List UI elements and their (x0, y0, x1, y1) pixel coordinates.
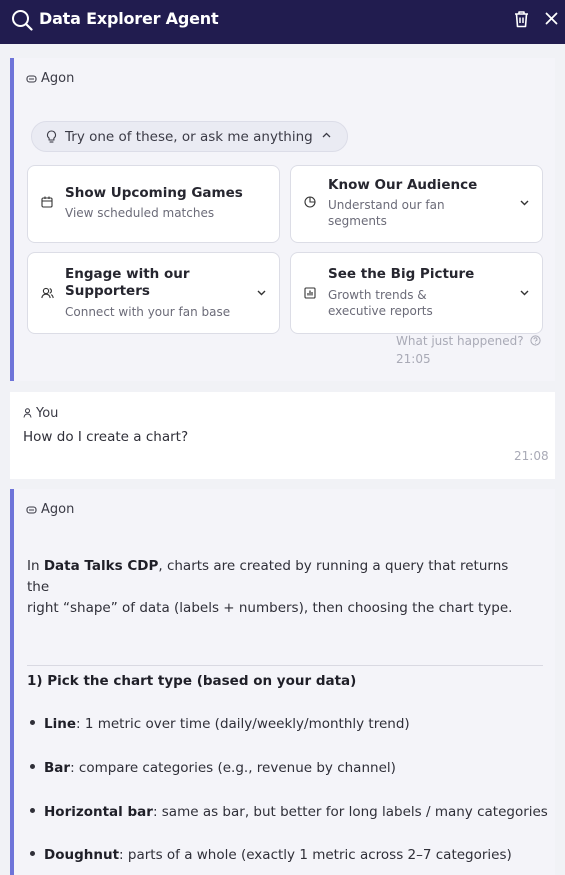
chevron-down-icon (520, 200, 529, 206)
list-item: Doughnut: parts of a whole (exactly 1 me… (27, 847, 512, 863)
bot-icon (26, 506, 37, 514)
header-title: Data Explorer Agent (39, 9, 219, 28)
agent-sender-name: Agon (41, 502, 75, 517)
agent-sender-name: Agon (41, 71, 75, 86)
what-just-happened-link[interactable]: What just happened? (396, 334, 542, 348)
option-title: Know Our Audience (328, 177, 478, 193)
user-sender: You (23, 406, 58, 421)
message-timestamp: 21:08 (514, 449, 549, 463)
agent-reply-message: Agon In Data Talks CDP, charts are creat… (10, 489, 555, 875)
bullet (30, 808, 35, 813)
pie-chart-icon (304, 196, 316, 208)
user-message-text: How do I create a chart? (23, 429, 189, 445)
bullet (30, 720, 35, 725)
list-text: : compare categories (e.g., revenue by c… (70, 760, 396, 776)
option-know-our-audience[interactable]: Know Our Audience Understand our fan seg… (290, 165, 543, 243)
suggestions-toggle[interactable]: Try one of these, or ask me anything (31, 121, 348, 152)
chat-scroll-area[interactable]: Agon Try one of these, or ask me anythin… (0, 44, 565, 875)
app-header: Data Explorer Agent (0, 0, 565, 44)
chevron-down-icon (257, 290, 266, 296)
list-term: Line (44, 716, 76, 732)
list-text: : same as bar, but better for long label… (152, 804, 548, 820)
section-heading: 1) Pick the chart type (based on your da… (27, 673, 357, 689)
list-item: Horizontal bar: same as bar, but better … (27, 804, 548, 820)
list-item: Line: 1 metric over time (daily/weekly/m… (27, 716, 410, 732)
list-term: Horizontal bar (44, 804, 153, 820)
message-timestamp: 21:05 (396, 352, 431, 366)
list-term: Bar (44, 760, 71, 776)
chevron-down-icon (520, 290, 529, 296)
what-just-happened-label: What just happened? (396, 334, 524, 348)
intro-line-2: right “shape” of data (labels + numbers)… (27, 600, 513, 616)
bot-icon (26, 75, 37, 83)
option-title: Engage with our Supporters (65, 266, 190, 299)
bullet (30, 764, 35, 769)
user-message: You How do I create a chart? 21:08 (10, 392, 555, 479)
close-icon[interactable] (545, 12, 558, 25)
option-subtitle: Understand our fan segments (328, 198, 445, 228)
option-subtitle: Connect with your fan base (65, 305, 231, 319)
option-subtitle: Growth trends & executive reports (328, 288, 433, 318)
user-sender-name: You (36, 406, 59, 421)
reply-intro: In Data Talks CDP, charts are created by… (27, 556, 532, 619)
lightbulb-icon (46, 130, 57, 143)
agent-welcome-message: Agon Try one of these, or ask me anythin… (10, 58, 555, 381)
users-icon (41, 287, 54, 299)
list-item: Bar: compare categories (e.g., revenue b… (27, 760, 396, 776)
list-term: Doughnut (44, 847, 120, 863)
divider (27, 665, 543, 666)
agent-sender: Agon (26, 502, 74, 517)
agent-sender: Agon (26, 71, 74, 86)
report-icon (304, 287, 316, 299)
option-see-big-picture[interactable]: See the Big Picture Growth trends & exec… (290, 252, 543, 334)
trash-icon[interactable] (513, 10, 530, 28)
option-show-upcoming-games[interactable]: Show Upcoming Games View scheduled match… (27, 165, 280, 243)
list-text: : 1 metric over time (daily/weekly/month… (76, 716, 410, 732)
help-icon (530, 335, 542, 346)
search-icon (12, 10, 33, 31)
chevron-up-icon (322, 132, 331, 138)
option-subtitle: View scheduled matches (65, 206, 215, 220)
intro-prefix: In (27, 558, 44, 574)
calendar-icon (41, 196, 53, 208)
product-name: Data Talks CDP (43, 558, 159, 574)
user-icon (23, 408, 32, 418)
option-title: See the Big Picture (328, 266, 475, 282)
option-engage-supporters[interactable]: Engage with our Supporters Connect with … (27, 252, 280, 334)
option-title: Show Upcoming Games (65, 185, 243, 201)
list-text: : parts of a whole (exactly 1 metric acr… (119, 847, 512, 863)
bullet (30, 851, 35, 856)
suggestions-label: Try one of these, or ask me anything (65, 129, 313, 145)
